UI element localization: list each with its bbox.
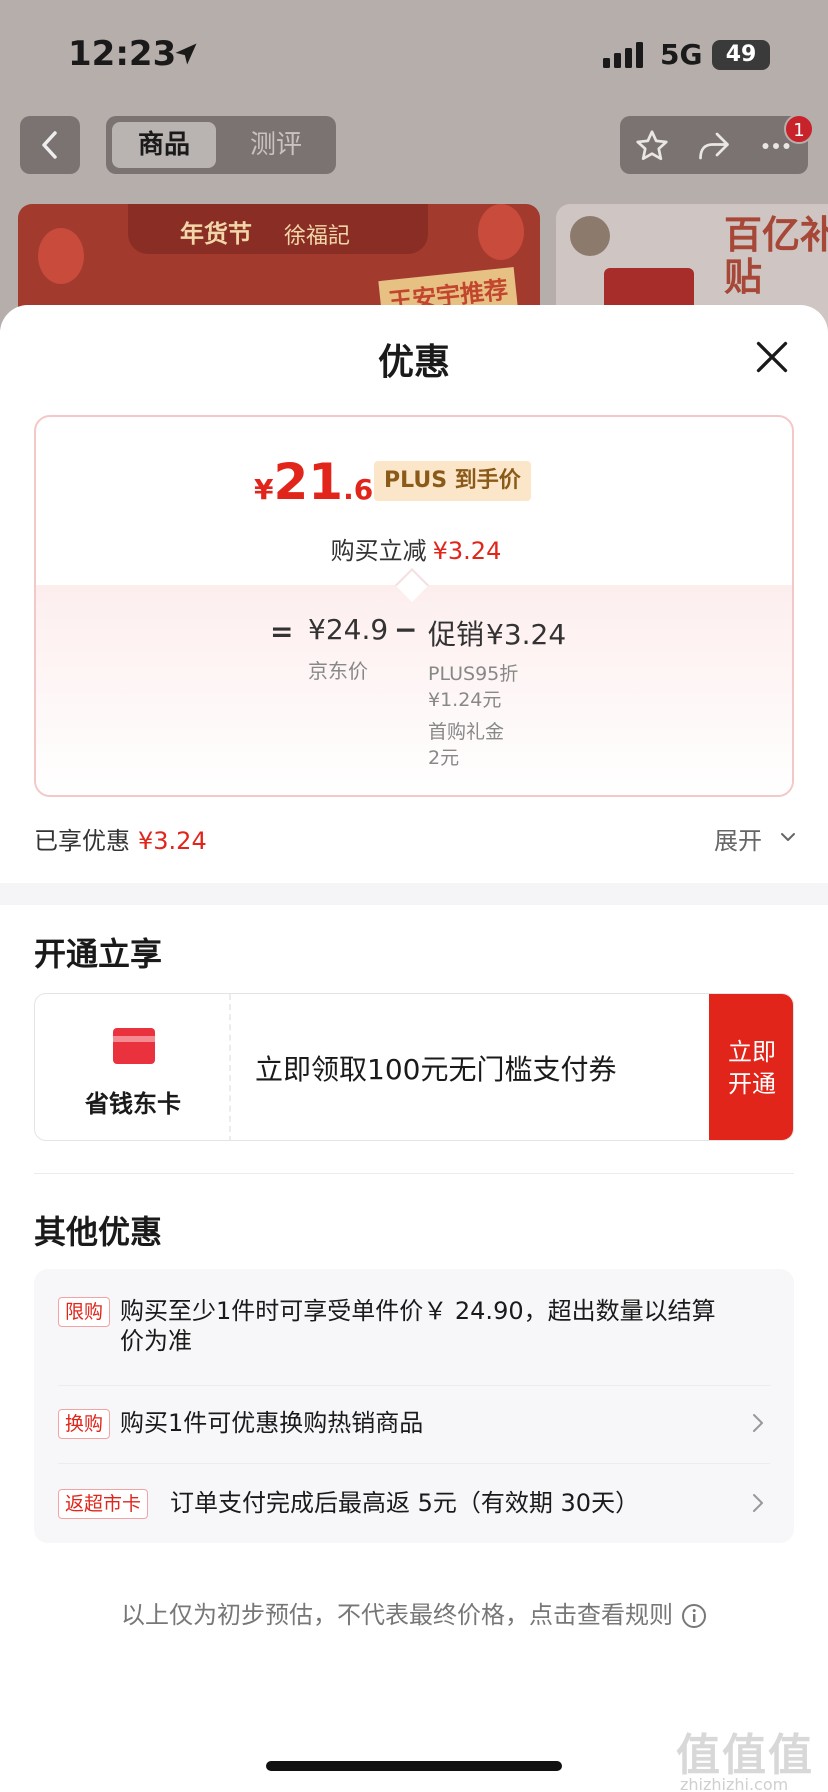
instant-reduction: 购买立减 ¥3.24 (36, 531, 792, 566)
promo-detail-first-purchase: 首购礼金 2元 (428, 719, 504, 771)
back-icon (42, 131, 57, 159)
tab-review[interactable]: 测评 (224, 122, 328, 168)
button-line: 立即 (728, 1038, 776, 1066)
open-section-title: 开通立享 (34, 935, 163, 973)
subsidy-text: 百亿补贴 (724, 213, 828, 299)
notification-badge: 1 (784, 114, 814, 144)
watermark: 值值值 (676, 1730, 814, 1781)
watermark-url: zhizhizhi.com (680, 1775, 789, 1792)
button-line: 开通 (728, 1070, 776, 1098)
detail-line: 首购礼金 (428, 721, 505, 743)
reduce-label: 购买立减 (330, 537, 427, 565)
banner-brand-text: 徐福記 (284, 224, 351, 249)
enjoyed-label: 已享优惠 (34, 827, 130, 855)
share-icon[interactable] (696, 128, 732, 164)
trade-in-tag: 换购 (58, 1409, 111, 1439)
status-bar: 12:23 5G 49 (0, 0, 828, 110)
location-arrow-icon (175, 43, 197, 65)
promo-amount: ¥3.24 (486, 618, 567, 651)
detail-line: ¥1.24元 (428, 689, 502, 711)
base-price-label: 京东价 (308, 659, 368, 683)
product-navbar: 商品 测评 (0, 114, 828, 178)
brand-logo (570, 216, 610, 256)
item-text: 价为准 (120, 1327, 192, 1355)
offer-description: 立即领取100元无门槛支付券 (255, 1053, 617, 1086)
disclaimer-text: 以上仅为初步预估，不代表最终价格，点击查看规则 (121, 1601, 673, 1629)
list-item-trade-in[interactable]: 换购 购买1件可优惠换购热销商品 (58, 1407, 770, 1441)
detail-line: 2元 (428, 747, 460, 769)
signal-icon (603, 42, 643, 68)
list-item-purchase-limit: 限购 购买至少1件时可享受单件价￥ 24.90，超出数量以结算 价为准 (58, 1295, 770, 1363)
equals-sign: = (270, 615, 294, 648)
price-breakdown-card: ¥21.66 PLUS 到手价 购买立减 ¥3.24 = ¥24.9 − 促销¥3… (34, 415, 794, 797)
chevron-down-icon[interactable] (778, 827, 798, 847)
star-icon[interactable] (634, 128, 670, 164)
list-item-cashback[interactable]: 返超市卡 订单支付完成后最高返 5元（有效期 30天） (58, 1487, 770, 1521)
enjoyed-amount: ¥3.24 (138, 827, 207, 855)
item-divider (58, 1385, 770, 1386)
card-info: 省钱东卡 (35, 994, 231, 1140)
item-text: 购买至少1件时可享受单件价￥ 24.90，超出数量以结算 (120, 1297, 716, 1325)
item-divider (58, 1463, 770, 1464)
banner-header (128, 204, 428, 254)
limit-tag: 限购 (58, 1297, 111, 1327)
lantern-decoration (478, 204, 524, 260)
network-type: 5G (660, 38, 703, 71)
cashback-tag: 返超市卡 (58, 1489, 149, 1519)
disclaimer[interactable]: 以上仅为初步预估，不代表最终价格，点击查看规则 (0, 1595, 828, 1630)
expand-button[interactable]: 展开 (714, 821, 762, 856)
home-indicator[interactable] (266, 1761, 562, 1771)
promo-total: 促销¥3.24 (428, 613, 566, 653)
lantern-decoration (38, 228, 84, 284)
card-icon (113, 1028, 155, 1064)
discount-sheet: 优惠 ¥21.66 PLUS 到手价 购买立减 ¥3.24 = ¥24.9 − 促… (0, 305, 828, 1792)
promo-label: 促销 (428, 618, 485, 651)
item-text: 购买1件可优惠换购热销商品 (120, 1409, 424, 1437)
info-icon[interactable] (681, 1603, 707, 1629)
base-price: ¥24.9 (308, 613, 389, 646)
price-symbol: ¥ (254, 473, 274, 506)
sheet-title: 优惠 (377, 342, 450, 383)
item-text: 订单支付完成后最高返 5元（有效期 30天） (170, 1489, 640, 1517)
section-divider (0, 883, 828, 905)
banner-festival-text: 年货节 (180, 219, 252, 248)
other-offers-list: 限购 购买至少1件时可享受单件价￥ 24.90，超出数量以结算 价为准 换购 购… (34, 1269, 794, 1543)
battery-indicator: 49 (712, 40, 770, 70)
promo-detail-plus: PLUS95折 ¥1.24元 (428, 661, 518, 713)
other-section-title: 其他优惠 (34, 1213, 163, 1251)
back-button[interactable] (20, 116, 80, 174)
minus-sign: − (394, 613, 418, 646)
detail-line: PLUS95折 (428, 663, 519, 685)
final-price: ¥21.66 (254, 453, 393, 511)
plus-price-tag: PLUS 到手价 (374, 461, 531, 501)
tab-product[interactable]: 商品 (112, 122, 216, 168)
chevron-right-icon[interactable] (750, 1411, 766, 1435)
background-page: 12:23 5G 49 商品 测评 1 年货节 徐福記 王安宇推荐 百亿补贴 (0, 0, 828, 334)
tab-switcher: 商品 测评 (106, 116, 336, 174)
chevron-right-icon[interactable] (750, 1491, 766, 1515)
enjoyed-discount: 已享优惠 ¥3.24 (34, 821, 207, 856)
price-integer: 21 (273, 453, 344, 511)
open-now-button[interactable]: 立即 开通 (709, 994, 793, 1140)
card-name: 省钱东卡 (85, 1090, 181, 1118)
status-time: 12:23 (68, 34, 177, 74)
divider (34, 1173, 794, 1174)
membership-offer-card[interactable]: 省钱东卡 立即领取100元无门槛支付券 立即 开通 (34, 993, 794, 1141)
close-icon[interactable] (754, 339, 790, 375)
action-group (620, 116, 808, 174)
reduce-amount: ¥3.24 (432, 537, 502, 565)
